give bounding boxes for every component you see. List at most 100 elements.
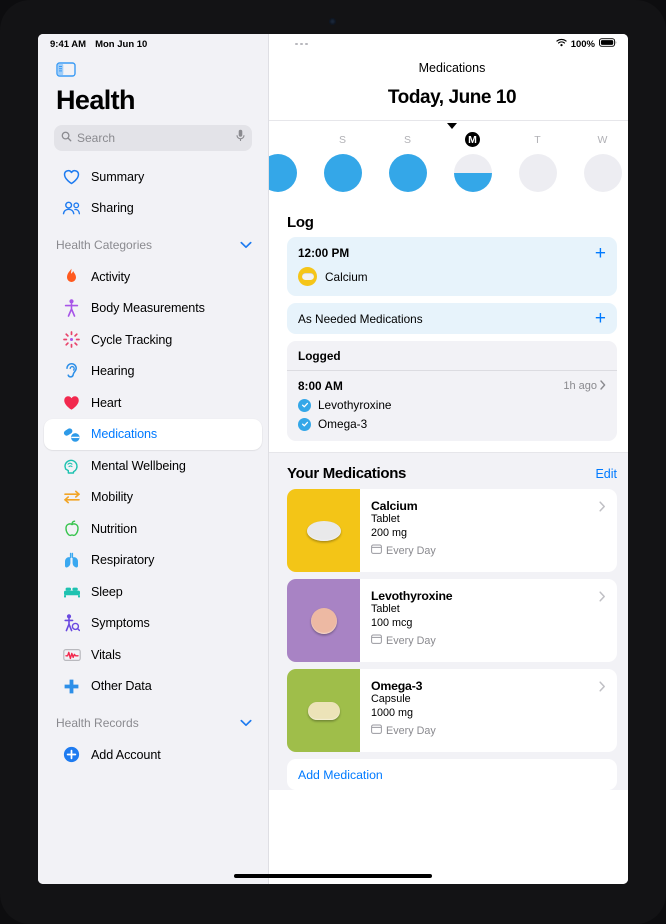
day-label: W: [597, 133, 608, 146]
sidebar-item-summary[interactable]: Summary: [44, 161, 262, 193]
medication-card[interactable]: Calcium Tablet 200 mg Every Day: [287, 489, 617, 572]
day-cell-previous[interactable]: [269, 132, 310, 192]
day-label: S: [338, 133, 346, 146]
section-label: Health Categories: [56, 238, 153, 252]
search-input[interactable]: Search: [54, 125, 252, 151]
medication-form: Tablet: [371, 603, 400, 615]
day-cell[interactable]: S: [375, 132, 440, 192]
frequency-text: Every Day: [386, 634, 436, 647]
sidebar-item-label: Sleep: [91, 584, 123, 599]
medication-card[interactable]: Omega-3 Capsule 1000 mg Every Day: [287, 669, 617, 752]
sidebar-item-label: Symptoms: [91, 616, 150, 631]
scheduled-dose-header: 12:00 PM +: [298, 244, 606, 263]
frequency-text: Every Day: [386, 724, 436, 737]
logged-item: Levothyroxine: [298, 393, 606, 412]
medication-name: Levothyroxine: [371, 589, 453, 603]
sidebar-item-label: Body Measurements: [91, 301, 205, 316]
sidebar-item-add-account[interactable]: Add Account: [44, 739, 262, 771]
sidebar-item-medications[interactable]: Medications: [44, 418, 262, 450]
medication-form: Capsule: [371, 693, 411, 705]
medication-thumbnail: [287, 489, 360, 572]
as-needed-card[interactable]: As Needed Medications +: [287, 303, 617, 334]
front-camera-icon: [329, 18, 336, 25]
main-content: 100% Medications Today, June 10 S S M T …: [269, 34, 628, 884]
pill-shape-capsule: [307, 701, 340, 720]
sidebar-toggle-icon[interactable]: [56, 62, 268, 77]
sidebar-item-mobility[interactable]: Mobility: [44, 482, 262, 514]
more-options-icon[interactable]: [295, 42, 308, 46]
calendar-icon: [371, 634, 382, 647]
logged-card: Logged 8:00 AM 1h ago Levothyroxine Omeg…: [287, 341, 617, 441]
person-search-icon: [62, 614, 81, 633]
plus-icon[interactable]: +: [595, 244, 606, 263]
medication-dose: 1000 mg: [371, 706, 414, 719]
two-people-icon: [62, 199, 81, 218]
logged-med-name: Levothyroxine: [318, 398, 392, 412]
sidebar-item-respiratory[interactable]: Respiratory: [44, 545, 262, 577]
brain-head-icon: [62, 456, 81, 475]
sidebar-section-health-records[interactable]: Health Records: [38, 707, 268, 739]
day-cell[interactable]: W: [570, 132, 628, 192]
sidebar-item-sleep[interactable]: Sleep: [44, 576, 262, 608]
logged-time: 8:00 AM: [298, 379, 343, 393]
calendar-icon: [371, 544, 382, 557]
pill-shape-round: [310, 607, 337, 634]
status-time: 9:41 AM: [50, 38, 87, 50]
logged-body[interactable]: 8:00 AM 1h ago Levothyroxine Omega-3: [287, 371, 617, 441]
frequency-text: Every Day: [386, 544, 436, 557]
pill-shape-oval: [306, 520, 341, 541]
as-needed-label: As Needed Medications: [298, 311, 423, 326]
medication-name: Calcium: [371, 499, 418, 513]
medication-frequency: Every Day: [371, 630, 607, 647]
sidebar-item-heart[interactable]: Heart: [44, 387, 262, 419]
sidebar-item-nutrition[interactable]: Nutrition: [44, 513, 262, 545]
sidebar-item-label: Respiratory: [91, 553, 155, 568]
page-title: Health: [56, 85, 136, 115]
day-cell[interactable]: T: [505, 132, 570, 192]
search-placeholder: Search: [77, 131, 116, 145]
sidebar-item-body-measurements[interactable]: Body Measurements: [44, 293, 262, 325]
medication-details: Levothyroxine Tablet 100 mcg Every Day: [360, 579, 617, 662]
sidebar-item-activity[interactable]: Activity: [44, 261, 262, 293]
sidebar-item-other-data[interactable]: Other Data: [44, 671, 262, 703]
scheduled-dose-card[interactable]: 12:00 PM + Calcium: [287, 237, 617, 296]
medication-name: Omega-3: [371, 679, 423, 693]
heart-outline-icon: [62, 167, 81, 186]
chevron-down-icon[interactable]: [240, 714, 252, 732]
plus-icon[interactable]: +: [595, 309, 606, 328]
chevron-right-icon: [600, 379, 606, 393]
sidebar-item-label: Vitals: [91, 647, 121, 662]
edit-button[interactable]: Edit: [595, 467, 617, 481]
sidebar-item-label: Mental Wellbeing: [91, 458, 186, 473]
content-scroll[interactable]: Log 12:00 PM + Calcium As Needed Medicat…: [269, 203, 628, 884]
day-row: S S M T W: [269, 121, 628, 192]
screen: 9:41 AM Mon Jun 10 Health Search Summary…: [38, 34, 628, 884]
check-circle-icon: [298, 417, 311, 431]
logged-heading: Logged: [287, 341, 617, 371]
chevron-down-icon[interactable]: [240, 236, 252, 254]
sidebar-item-vitals[interactable]: Vitals: [44, 639, 262, 671]
calcium-pill-icon: [298, 267, 317, 286]
day-strip: S S M T W: [269, 120, 628, 203]
sidebar-item-sharing[interactable]: Sharing: [44, 193, 262, 225]
ear-icon: [62, 362, 81, 381]
day-cell[interactable]: S: [310, 132, 375, 192]
microphone-icon[interactable]: [236, 129, 245, 147]
current-date-heading: Today, June 10: [387, 87, 517, 108]
plus-circle-icon: [62, 745, 81, 764]
day-cell-today[interactable]: M: [440, 132, 505, 192]
sidebar-item-cycle-tracking[interactable]: Cycle Tracking: [44, 324, 262, 356]
sidebar-section-health-categories[interactable]: Health Categories: [38, 229, 268, 261]
sidebar-item-mental-wellbeing[interactable]: Mental Wellbeing: [44, 450, 262, 482]
battery-percent: 100%: [570, 38, 595, 50]
sidebar-item-label: Medications: [91, 427, 158, 442]
medication-card[interactable]: Levothyroxine Tablet 100 mcg Every Day: [287, 579, 617, 662]
wifi-icon: [556, 38, 567, 50]
logged-ago[interactable]: 1h ago: [563, 379, 606, 393]
section-label: Health Records: [56, 716, 139, 730]
add-medication-button[interactable]: Add Medication: [287, 759, 617, 790]
day-label: S: [403, 133, 411, 146]
sidebar-item-hearing[interactable]: Hearing: [44, 356, 262, 388]
sidebar-item-symptoms[interactable]: Symptoms: [44, 608, 262, 640]
sidebar-item-label: Activity: [91, 269, 131, 284]
